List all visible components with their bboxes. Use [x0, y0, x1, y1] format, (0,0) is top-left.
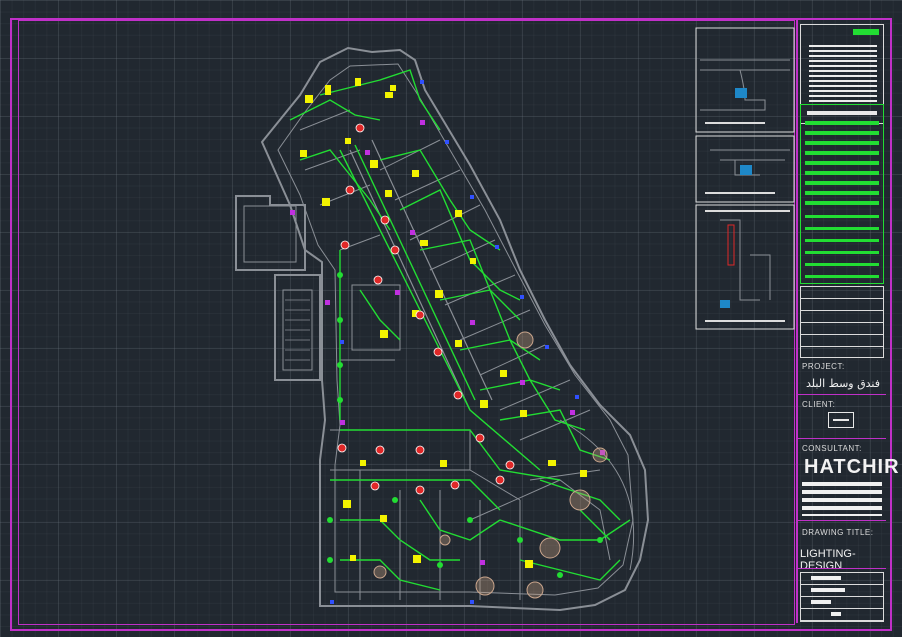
- client-logo-box: [828, 412, 854, 428]
- consultant-label: CONSULTANT:: [802, 444, 862, 453]
- revision-table: [800, 572, 884, 622]
- light-fixtures-red: [337, 123, 515, 495]
- drawing-title-label: DRAWING TITLE:: [802, 528, 874, 537]
- legend-box: [800, 104, 884, 284]
- cad-model-space[interactable]: PROJECT: فندق وسط البلد CLIENT: CONSULTA…: [0, 0, 902, 637]
- signature-table: [800, 286, 884, 358]
- project-label: PROJECT:: [802, 362, 845, 371]
- company-name: HATCHIR: [804, 456, 900, 478]
- project-name: فندق وسط البلد: [806, 377, 880, 390]
- lighting-floor-plan[interactable]: [0, 0, 902, 637]
- client-label: CLIENT:: [802, 400, 836, 409]
- company-details: [802, 482, 882, 516]
- furniture-blocks: [373, 331, 608, 599]
- title-block: PROJECT: فندق وسط البلد CLIENT: CONSULTA…: [796, 20, 899, 623]
- green-nodes: [327, 272, 603, 578]
